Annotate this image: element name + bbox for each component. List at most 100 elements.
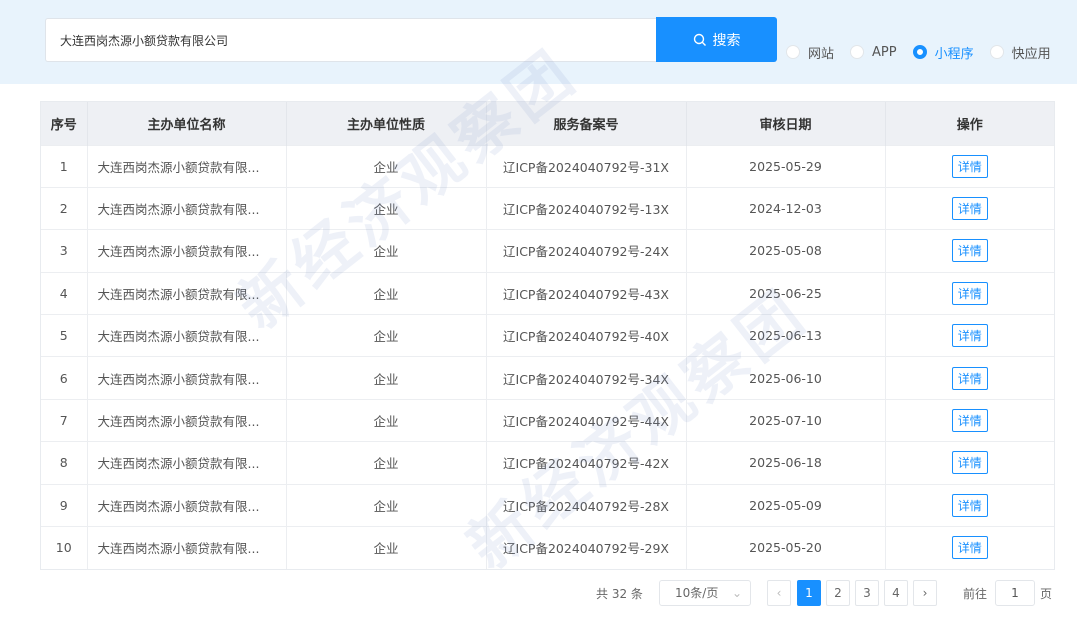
action-cell: 详情 (885, 484, 1054, 526)
company-type: 企业 (286, 145, 487, 188)
review-date: 2025-05-09 (686, 484, 886, 527)
icp-number: 辽ICP备2024040792号-40X (486, 314, 687, 357)
company-type: 企业 (286, 272, 487, 315)
review-date: 2025-05-20 (686, 526, 886, 569)
table-row: 5 大连西岗杰源小额贷款有限... 企业 辽ICP备2024040792号-40X 20… (41, 314, 1054, 357)
page-button-1[interactable]: 1 (797, 580, 821, 606)
table-row: 3 大连西岗杰源小额贷款有限... 企业 辽ICP备2024040792号-24X 20… (41, 229, 1054, 273)
icp-number: 辽ICP备2024040792号-13X (486, 187, 687, 230)
company-type: 企业 (286, 441, 487, 485)
goto-label: 前往 (963, 587, 988, 601)
radio-circle[interactable] (912, 45, 927, 59)
search-input[interactable] (46, 19, 657, 61)
search-button[interactable]: 搜索 (656, 17, 777, 62)
detail-button[interactable]: 详情 (951, 493, 988, 517)
row-number: 6 (41, 356, 88, 400)
table-row: 10 大连西岗杰源小额贷款有限... 企业 辽ICP备2024040792号-29X 2… (41, 526, 1054, 569)
row-number: 5 (41, 314, 88, 357)
header-review-date: 审核日期 (686, 102, 886, 145)
search-button-label: 搜索 (712, 32, 741, 49)
detail-button[interactable]: 详情 (951, 239, 988, 263)
review-date: 2025-06-18 (686, 441, 886, 485)
review-date: 2025-06-25 (686, 272, 886, 315)
row-number: 1 (41, 145, 88, 188)
search-box[interactable] (45, 18, 657, 62)
company-type: 企业 (286, 187, 487, 230)
table-row: 1 大连西岗杰源小额贷款有限... 企业 辽ICP备2024040792号-31X 20… (41, 145, 1054, 188)
table-row: 6 大连西岗杰源小额贷款有限... 企业 辽ICP备2024040792号-34X 20… (41, 356, 1054, 400)
icp-number: 辽ICP备2024040792号-29X (486, 526, 687, 569)
company-name: 大连西岗杰源小额贷款有限... (87, 314, 287, 357)
action-cell: 详情 (885, 315, 1054, 357)
action-cell: 详情 (885, 399, 1054, 441)
row-number: 4 (41, 272, 88, 315)
company-type: 企业 (286, 314, 487, 357)
review-date: 2025-05-08 (686, 229, 886, 273)
company-name: 大连西岗杰源小额贷款有限... (87, 441, 287, 485)
detail-button[interactable]: 详情 (951, 536, 988, 560)
platform-radio-group: 网站 APP 小程序 快应用 (786, 42, 1067, 62)
detail-button[interactable]: 详情 (951, 197, 988, 221)
action-cell: 详情 (885, 230, 1054, 272)
row-number: 9 (41, 484, 88, 527)
action-cell: 详情 (885, 145, 1054, 187)
company-type: 企业 (286, 526, 487, 569)
chevron-left-icon: ‹ (776, 586, 782, 600)
company-name: 大连西岗杰源小额贷款有限... (87, 484, 287, 527)
company-name: 大连西岗杰源小额贷款有限... (87, 145, 287, 188)
company-name: 大连西岗杰源小额贷款有限... (87, 356, 287, 400)
action-cell: 详情 (885, 527, 1054, 569)
table-row: 2 大连西岗杰源小额贷款有限... 企业 辽ICP备2024040792号-13X 20… (41, 187, 1054, 230)
chevron-down-icon: ⌄ (731, 586, 742, 600)
detail-button[interactable]: 详情 (951, 451, 988, 475)
company-type: 企业 (286, 229, 487, 273)
header-action: 操作 (956, 117, 983, 133)
icp-number: 辽ICP备2024040792号-31X (486, 145, 687, 188)
detail-button[interactable]: 详情 (951, 324, 988, 348)
review-date: 2025-07-10 (686, 399, 886, 442)
radio-app[interactable]: APP (850, 45, 897, 60)
header-company-name: 主办单位名称 (87, 102, 287, 145)
radio-circle[interactable] (989, 45, 1004, 59)
page-button-2[interactable]: 2 (826, 580, 850, 606)
detail-button[interactable]: 详情 (951, 366, 988, 390)
radio-website[interactable]: 网站 (786, 43, 834, 62)
table-row: 4 大连西岗杰源小额贷款有限... 企业 辽ICP备2024040792号-43X 20… (41, 272, 1054, 315)
icp-number: 辽ICP备2024040792号-44X (486, 399, 687, 442)
review-date: 2025-06-13 (686, 314, 886, 357)
table-row: 8 大连西岗杰源小额贷款有限... 企业 辽ICP备2024040792号-42X 20… (41, 441, 1054, 485)
action-cell: 详情 (885, 187, 1054, 229)
table-row: 7 大连西岗杰源小额贷款有限... 企业 辽ICP备2024040792号-44X 20… (41, 399, 1054, 442)
page-button-4[interactable]: 4 (884, 580, 908, 606)
detail-button[interactable]: 详情 (951, 409, 988, 433)
header-icp-number: 服务备案号 (486, 102, 687, 145)
prev-page-button[interactable]: ‹ (767, 580, 791, 606)
icp-number: 辽ICP备2024040792号-24X (486, 229, 687, 273)
page-button-3[interactable]: 3 (855, 580, 879, 606)
radio-circle[interactable] (786, 45, 800, 59)
action-cell: 详情 (885, 442, 1054, 484)
results-table: 序号 主办单位名称 主办单位性质 服务备案号 审核日期 操作 1 大连西岗杰源小额… (40, 101, 1055, 570)
company-type: 企业 (286, 356, 487, 400)
company-name: 大连西岗杰源小额贷款有限... (87, 187, 287, 230)
next-page-button[interactable]: › (913, 580, 937, 606)
search-icon (693, 33, 706, 46)
radio-mini-program[interactable]: 小程序 (912, 43, 974, 62)
review-date: 2025-06-10 (686, 356, 886, 400)
radio-quick-app[interactable]: 快应用 (989, 43, 1051, 62)
page-size-select[interactable]: 10条/页 ⌄ (659, 580, 751, 606)
row-number: 2 (41, 187, 88, 230)
header-no: 序号 (41, 102, 88, 145)
goto-page-input[interactable] (995, 580, 1035, 606)
company-name: 大连西岗杰源小额贷款有限... (87, 229, 287, 273)
header-company-type: 主办单位性质 (286, 102, 487, 145)
detail-button[interactable]: 详情 (951, 154, 988, 178)
icp-number: 辽ICP备2024040792号-42X (486, 441, 687, 485)
company-type: 企业 (286, 484, 487, 527)
page-unit-label: 页 (1040, 587, 1053, 601)
radio-circle[interactable] (850, 45, 865, 59)
row-number: 7 (41, 399, 88, 442)
table-header-row: 序号 主办单位名称 主办单位性质 服务备案号 审核日期 操作 (41, 102, 1054, 145)
action-cell: 详情 (885, 357, 1054, 399)
detail-button[interactable]: 详情 (951, 281, 988, 305)
